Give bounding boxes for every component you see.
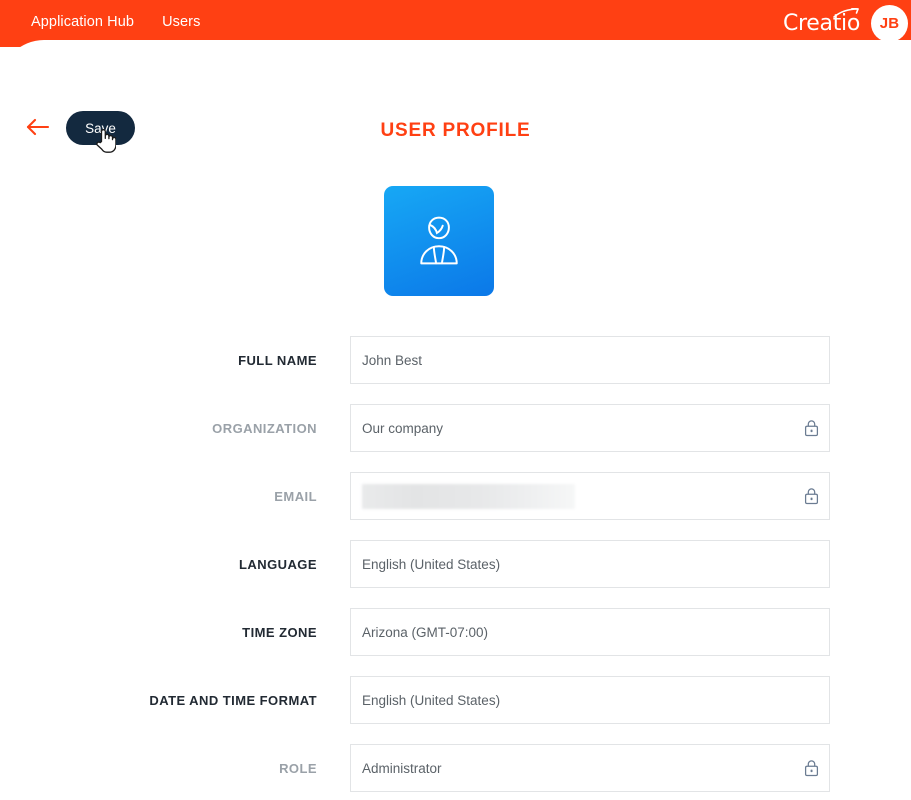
avatar-initials: JB bbox=[879, 15, 900, 32]
field-label: LANGUAGE bbox=[239, 556, 317, 572]
form-field-row: ROLE Administrator bbox=[0, 734, 911, 800]
form-field-row: ORGANIZATION Our company bbox=[0, 394, 911, 462]
field-input: Our company bbox=[350, 404, 830, 452]
brand-name: Creatio bbox=[782, 10, 860, 36]
form-field-row: FULL NAME John Best bbox=[0, 326, 911, 394]
field-value: John Best bbox=[362, 352, 423, 368]
field-label: ORGANIZATION bbox=[212, 420, 317, 436]
form-field-row: DATE AND TIME FORMAT English (United Stat… bbox=[0, 666, 911, 734]
field-value: Arizona (GMT-07:00) bbox=[362, 624, 489, 640]
nav-item-users[interactable]: Users bbox=[162, 14, 201, 41]
nav-item-application-hub[interactable]: Application Hub bbox=[31, 15, 134, 32]
arrow-left-icon[interactable] bbox=[25, 114, 51, 140]
field-input[interactable]: English (United States) bbox=[350, 676, 830, 724]
field-label: FULL NAME bbox=[238, 352, 317, 368]
user-profile-page: Application Hub Users Creatio JB Save US… bbox=[0, 0, 911, 800]
nav-item-label: Application Hub bbox=[31, 14, 135, 31]
field-value: Our company bbox=[362, 420, 444, 436]
form-field-row: LANGUAGE English (United States) bbox=[0, 530, 911, 598]
form-field-row: EMAIL bbox=[0, 462, 911, 530]
field-input bbox=[350, 472, 830, 520]
redacted-value bbox=[362, 483, 575, 509]
field-input: Administrator bbox=[350, 744, 830, 792]
form-field-row: TIME ZONE Arizona (GMT-07:00) bbox=[0, 598, 911, 666]
field-input[interactable]: John Best bbox=[350, 336, 830, 384]
field-value: English (United States) bbox=[362, 556, 501, 572]
field-input[interactable]: Arizona (GMT-07:00) bbox=[350, 608, 830, 656]
field-value: Administrator bbox=[362, 760, 442, 776]
lock-icon[interactable] bbox=[804, 760, 819, 777]
user-avatar[interactable]: JB bbox=[871, 5, 908, 42]
page-title: USER PROFILE bbox=[380, 120, 531, 141]
creatio-logo: Creatio bbox=[782, 7, 860, 36]
field-label: DATE AND TIME FORMAT bbox=[149, 692, 317, 708]
profile-picture[interactable] bbox=[384, 186, 494, 296]
user-avatar-icon bbox=[420, 216, 458, 265]
user-profile-form: FULL NAME John Best ORGANIZATION Our compan… bbox=[0, 326, 911, 800]
save-button[interactable]: Save bbox=[66, 111, 135, 145]
lock-icon[interactable] bbox=[804, 420, 819, 437]
lock-icon[interactable] bbox=[804, 488, 819, 505]
field-label: TIME ZONE bbox=[242, 624, 317, 640]
field-value: English (United States) bbox=[362, 692, 501, 708]
field-input[interactable]: English (United States) bbox=[350, 540, 830, 588]
nav-item-label: Users bbox=[162, 14, 201, 31]
field-label: ROLE bbox=[279, 760, 317, 776]
field-label: EMAIL bbox=[274, 488, 317, 504]
